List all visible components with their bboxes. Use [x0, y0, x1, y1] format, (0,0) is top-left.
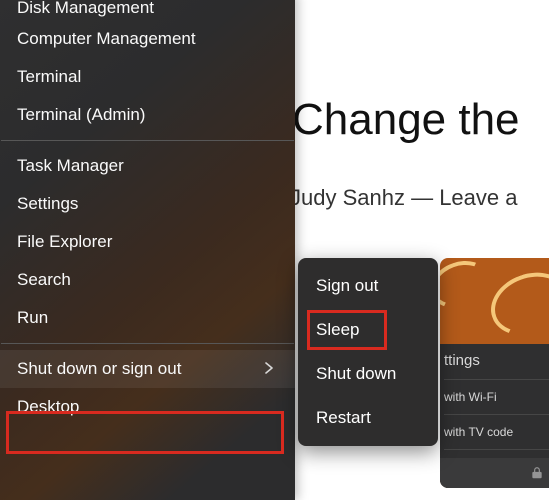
submenu-item-signout[interactable]: Sign out	[298, 264, 438, 308]
submenu-item-label: Sleep	[316, 320, 359, 340]
article-thumbnail: ttings with Wi-Fi with TV code Linked de…	[440, 258, 549, 488]
menu-item-file-explorer[interactable]: File Explorer	[0, 223, 295, 261]
submenu-item-sleep[interactable]: Sleep	[298, 308, 438, 352]
menu-item-settings[interactable]: Settings	[0, 185, 295, 223]
thumbnail-settings-panel: ttings with Wi-Fi with TV code Linked de…	[440, 344, 549, 488]
lock-icon	[440, 458, 549, 488]
power-submenu: Sign out Sleep Shut down Restart	[298, 258, 438, 446]
menu-item-shutdown-signout[interactable]: Shut down or sign out	[0, 350, 295, 388]
submenu-item-shutdown[interactable]: Shut down	[298, 352, 438, 396]
menu-item-terminal-admin[interactable]: Terminal (Admin)	[0, 96, 295, 134]
thumbnail-panel-row: with TV code	[444, 414, 549, 449]
submenu-item-label: Sign out	[316, 276, 378, 296]
menu-item-label: Run	[17, 308, 48, 328]
menu-item-computer-management[interactable]: Computer Management	[0, 20, 295, 58]
menu-item-run[interactable]: Run	[0, 299, 295, 337]
menu-item-label: File Explorer	[17, 232, 112, 252]
menu-item-search[interactable]: Search	[0, 261, 295, 299]
submenu-item-label: Shut down	[316, 364, 396, 384]
menu-item-label: Terminal	[17, 67, 81, 87]
menu-item-label: Terminal (Admin)	[17, 105, 145, 125]
thumbnail-panel-row: with Wi-Fi	[444, 379, 549, 414]
menu-item-label: Desktop	[17, 397, 79, 417]
thumbnail-panel-header: ttings	[444, 352, 549, 369]
menu-item-desktop[interactable]: Desktop	[0, 388, 295, 426]
menu-item-label: Settings	[17, 194, 78, 214]
chevron-right-icon	[264, 361, 278, 378]
article-title: Change the	[292, 95, 520, 145]
menu-item-label: Search	[17, 270, 71, 290]
article-byline: Judy Sanhz — Leave a	[290, 185, 517, 211]
menu-item-disk-management[interactable]: Disk Management	[0, 0, 295, 20]
menu-item-terminal[interactable]: Terminal	[0, 58, 295, 96]
menu-item-label: Disk Management	[17, 0, 154, 18]
submenu-item-restart[interactable]: Restart	[298, 396, 438, 440]
menu-item-label: Shut down or sign out	[17, 359, 181, 379]
menu-separator	[1, 140, 294, 141]
winx-menu: Disk Management Computer Management Term…	[0, 0, 295, 500]
menu-item-task-manager[interactable]: Task Manager	[0, 147, 295, 185]
submenu-item-label: Restart	[316, 408, 371, 428]
menu-separator	[1, 343, 294, 344]
menu-item-label: Task Manager	[17, 156, 124, 176]
menu-item-label: Computer Management	[17, 29, 196, 49]
